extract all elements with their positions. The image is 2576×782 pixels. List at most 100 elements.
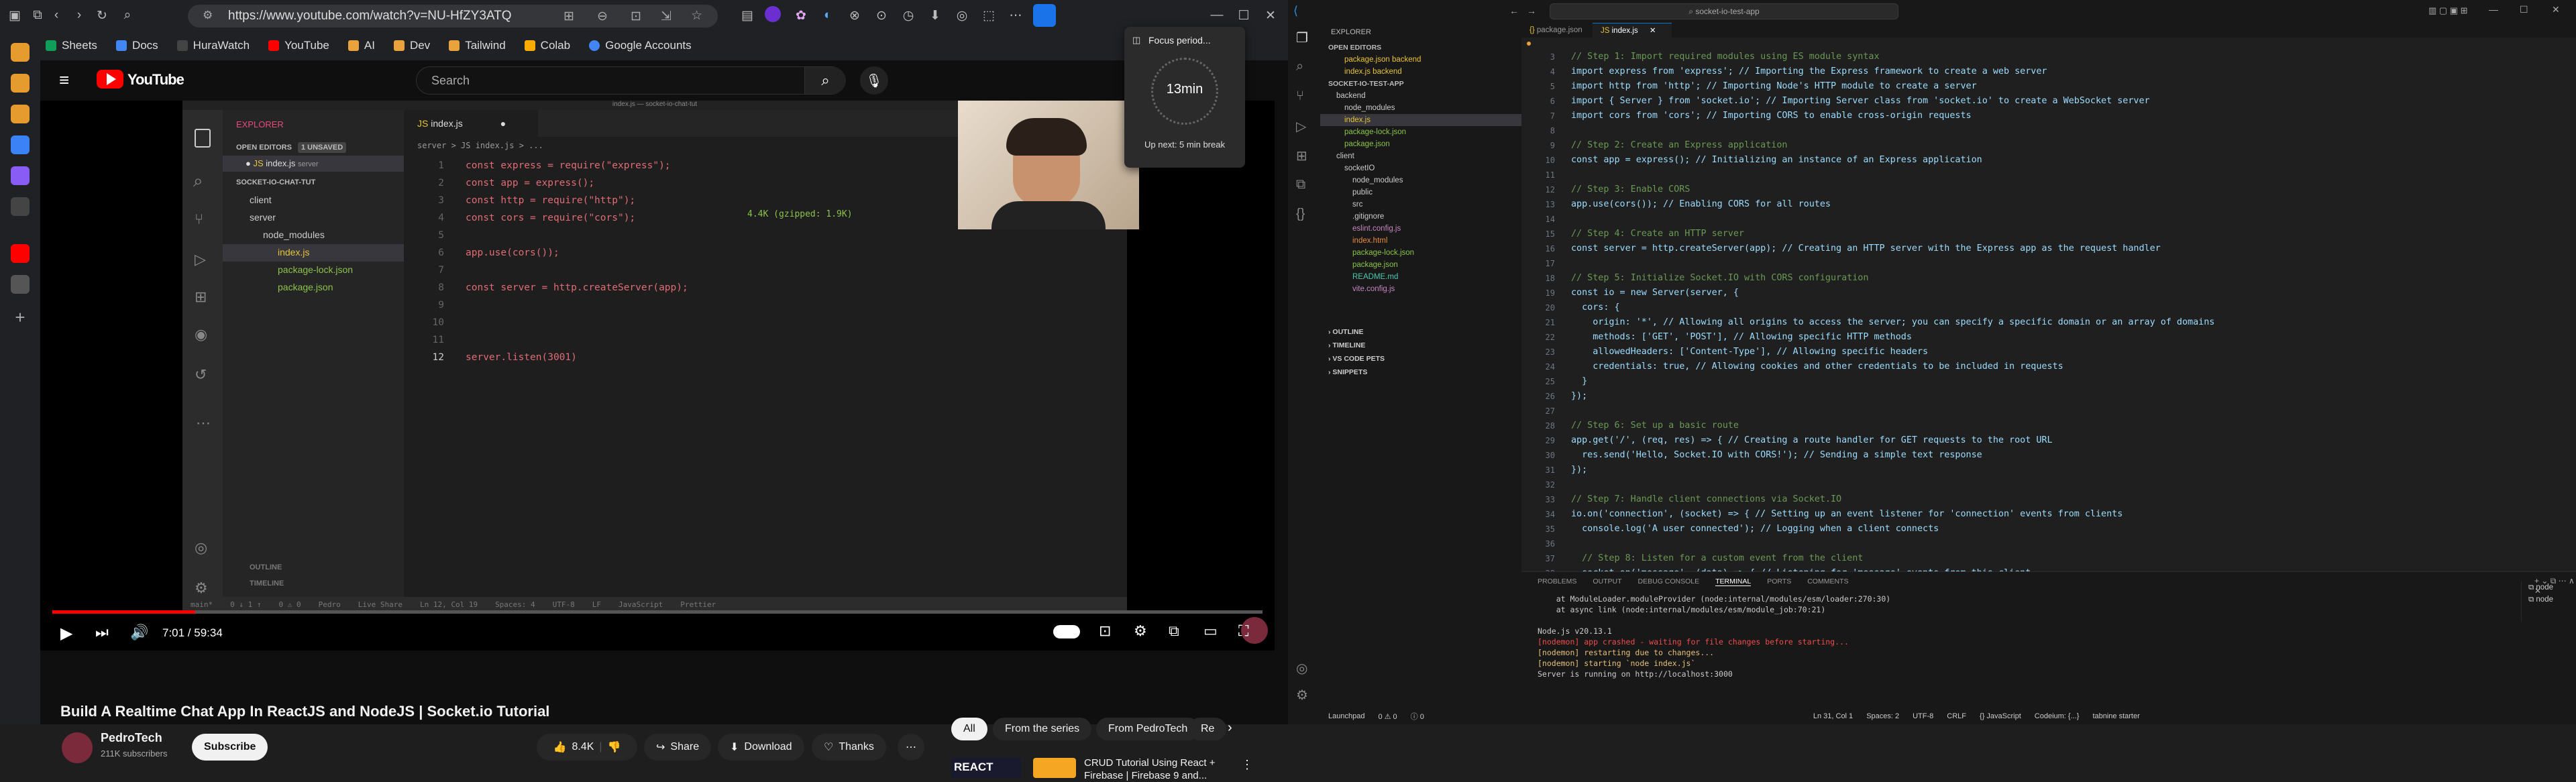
- bookmark-sheets[interactable]: Sheets: [46, 39, 97, 52]
- sidebar-app-icon[interactable]: [11, 105, 30, 123]
- command-center[interactable]: ⌕ socket-io-test-app: [1550, 3, 1898, 19]
- panel-tab[interactable]: TERMINAL: [1715, 577, 1752, 586]
- menu-icon[interactable]: ≡: [59, 70, 69, 91]
- refresh-icon[interactable]: ↻: [93, 6, 111, 25]
- bookmark-google-accounts[interactable]: Google Accounts: [589, 39, 692, 52]
- tree-item[interactable]: index.js backend: [1320, 66, 1521, 78]
- sidebar-app-icon[interactable]: [11, 166, 30, 185]
- tab-index-js[interactable]: JS index.js ✕: [1593, 23, 1672, 38]
- chip-more[interactable]: Re: [1189, 718, 1227, 740]
- nav-back-icon[interactable]: ←: [1509, 5, 1519, 16]
- terminal-output[interactable]: at ModuleLoader.moduleProvider (node:int…: [1538, 594, 2343, 679]
- sidebar-app-icon[interactable]: [11, 43, 30, 62]
- status-item[interactable]: 0 ⚠ 0: [1378, 712, 1397, 721]
- status-item[interactable]: tabnine starter: [2092, 712, 2139, 720]
- miniplayer-icon[interactable]: ⧉: [1169, 622, 1179, 640]
- more-actions-button[interactable]: ⋯: [898, 734, 924, 761]
- tree-item[interactable]: package.json: [1320, 138, 1521, 150]
- extension-badge-icon[interactable]: [765, 6, 781, 22]
- account-icon[interactable]: ◎: [1296, 660, 1307, 677]
- extension-x-icon[interactable]: ⊗: [845, 6, 864, 25]
- share-button[interactable]: ↪ Share: [644, 734, 712, 761]
- thanks-button[interactable]: ♡ Thanks: [812, 734, 886, 761]
- source-control-icon[interactable]: ⑂: [1296, 89, 1304, 104]
- bookmark-hurawatch[interactable]: HuraWatch: [176, 39, 250, 52]
- bookmark-ai[interactable]: AI: [347, 39, 375, 52]
- tree-item[interactable]: package.json backend: [1320, 54, 1521, 66]
- tree-item[interactable]: README.md: [1320, 271, 1521, 283]
- sidebar-app-icon[interactable]: [11, 74, 30, 93]
- extension-icon[interactable]: ▤: [738, 6, 757, 25]
- panel-tab[interactable]: PROBLEMS: [1538, 577, 1576, 586]
- progress-track[interactable]: [52, 610, 1263, 614]
- minimize-icon[interactable]: —: [2489, 4, 2498, 15]
- status-item[interactable]: Launchpad: [1328, 712, 1364, 720]
- tree-item[interactable]: OPEN EDITORS: [1320, 42, 1521, 54]
- install-icon[interactable]: ⊡: [631, 9, 641, 24]
- recommended-more-icon[interactable]: ⋮: [1241, 758, 1253, 772]
- search-icon[interactable]: ⌕: [1296, 59, 1303, 74]
- terminal-item[interactable]: ⧉ node: [2522, 581, 2576, 594]
- bookmark-dev[interactable]: Dev: [393, 39, 430, 52]
- back-icon[interactable]: ‹: [47, 6, 66, 25]
- panel-tab[interactable]: PORTS: [1767, 577, 1791, 586]
- cast-icon[interactable]: ⇲: [661, 9, 672, 24]
- subscribe-button[interactable]: Subscribe: [192, 734, 268, 761]
- tree-item[interactable]: socketIO: [1320, 162, 1521, 174]
- close-icon[interactable]: ✕: [2552, 4, 2560, 15]
- snippets-heading[interactable]: › SNIPPETS: [1328, 366, 1367, 378]
- tree-item[interactable]: package.json: [1320, 259, 1521, 271]
- explorer-icon[interactable]: ❐: [1296, 30, 1308, 46]
- more-icon[interactable]: ⋯: [1006, 6, 1025, 25]
- layout-icon[interactable]: ▥ ▢ ▣ ⊞: [2428, 5, 2468, 16]
- sidebar-youtube-icon[interactable]: [11, 244, 30, 263]
- code-editor[interactable]: 3 // Step 1: Import required modules usin…: [1521, 50, 2576, 581]
- settings-icon[interactable]: ⚙: [1134, 622, 1147, 640]
- status-item[interactable]: Spaces: 2: [1866, 712, 1899, 720]
- like-button[interactable]: 👍 8.4K | 👎: [537, 734, 637, 761]
- extension-blue-icon[interactable]: ◐: [818, 6, 837, 25]
- bookmark-youtube[interactable]: YouTube: [268, 39, 329, 52]
- zoom-icon[interactable]: ⊖: [597, 9, 608, 24]
- mic-icon[interactable]: 🎙: [860, 66, 888, 95]
- site-info-icon[interactable]: ⚙: [203, 9, 213, 22]
- tree-item[interactable]: client: [1320, 150, 1521, 162]
- captions-icon[interactable]: ⊡: [1099, 622, 1111, 640]
- recommended-title[interactable]: CRUD Tutorial Using React + Firebase | F…: [1084, 757, 1225, 782]
- channel-name[interactable]: PedroTech: [101, 731, 162, 745]
- timeline-heading[interactable]: › TIMELINE: [1328, 339, 1365, 351]
- chips-next-icon[interactable]: ›: [1228, 720, 1232, 736]
- sidebar-app-icon[interactable]: [11, 135, 30, 154]
- panel-tab[interactable]: DEBUG CONSOLE: [1638, 577, 1700, 586]
- focus-extension-icon[interactable]: [1033, 4, 1056, 27]
- sidebar-app-icon[interactable]: [11, 197, 30, 216]
- extension-grammar-icon[interactable]: ⊙: [872, 6, 891, 25]
- tree-item[interactable]: SOCKET-IO-TEST-APP: [1320, 78, 1521, 90]
- close-icon[interactable]: ✕: [1261, 6, 1280, 25]
- vscode-pets-heading[interactable]: › VS CODE PETS: [1328, 353, 1385, 365]
- status-item[interactable]: Codeium: {...}: [2035, 712, 2080, 720]
- status-item[interactable]: CRLF: [1947, 712, 1966, 720]
- extensions-icon[interactable]: ⊞: [1296, 148, 1307, 164]
- status-item[interactable]: {} JavaScript: [1980, 712, 2021, 720]
- status-item[interactable]: Ln 31, Col 1: [1813, 712, 1853, 720]
- nav-forward-icon[interactable]: →: [1527, 5, 1536, 16]
- bookmark-star-icon[interactable]: ☆: [691, 8, 702, 23]
- tab-package-json[interactable]: {} package.json: [1521, 23, 1593, 38]
- tree-item[interactable]: public: [1320, 186, 1521, 199]
- manage-icon[interactable]: ⚙: [1296, 687, 1308, 704]
- reader-icon[interactable]: ⊞: [564, 9, 574, 24]
- add-icon[interactable]: +: [11, 309, 30, 327]
- maximize-icon[interactable]: ☐: [1234, 6, 1253, 25]
- recommended-thumbnail[interactable]: REACT: [951, 758, 1021, 778]
- browser-menu-icon[interactable]: ▣: [5, 6, 24, 25]
- panel-tab[interactable]: OUTPUT: [1593, 577, 1621, 586]
- outline-heading[interactable]: › OUTLINE: [1328, 326, 1364, 338]
- tree-item[interactable]: .gitignore: [1320, 211, 1521, 223]
- tree-item[interactable]: index.js: [1320, 114, 1521, 126]
- tree-item[interactable]: src: [1320, 199, 1521, 211]
- download-button[interactable]: ⬇ Download: [718, 734, 804, 761]
- tree-item[interactable]: package-lock.json: [1320, 126, 1521, 138]
- tree-item[interactable]: vite.config.js: [1320, 283, 1521, 295]
- status-item[interactable]: ⓘ 0: [1411, 711, 1424, 722]
